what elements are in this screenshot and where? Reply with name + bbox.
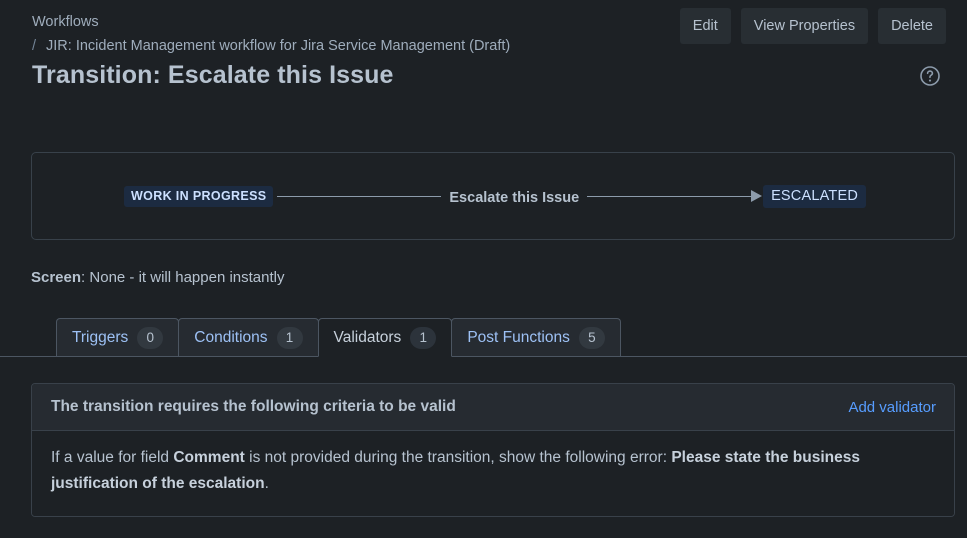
breadcrumb-current-row: / JIR: Incident Management workflow for …: [32, 35, 510, 58]
tab-triggers[interactable]: Triggers 0: [56, 318, 180, 356]
tab-post-functions-label: Post Functions: [467, 328, 570, 346]
edit-button[interactable]: Edit: [679, 8, 731, 44]
tab-validators-label: Validators: [333, 328, 402, 346]
tab-conditions[interactable]: Conditions 1: [178, 318, 319, 356]
tab-conditions-label: Conditions: [194, 328, 268, 346]
tab-post-functions-count: 5: [578, 326, 605, 349]
page-header: Workflows / JIR: Incident Management wor…: [0, 0, 967, 108]
status-lozenge-to[interactable]: ESCALATED: [763, 184, 867, 208]
help-circle-icon[interactable]: [918, 64, 942, 88]
transition-diagram-flow: WORK IN PROGRESS Escalate this Issue ESC…: [124, 153, 867, 239]
breadcrumb-separator: /: [32, 38, 37, 54]
validator-text-part1: If a value for field: [51, 449, 174, 466]
validators-panel: The transition requires the following cr…: [31, 383, 955, 517]
tab-triggers-label: Triggers: [72, 328, 129, 346]
transition-edge-left: [277, 195, 442, 197]
screen-label: Screen: [31, 269, 82, 286]
add-validator-link[interactable]: Add validator: [848, 399, 936, 416]
transition-edge-right: [587, 195, 752, 197]
header-actions: Edit View Properties Delete: [679, 8, 946, 44]
validator-item: If a value for field Comment is not prov…: [51, 445, 935, 497]
view-properties-button[interactable]: View Properties: [740, 8, 869, 44]
status-lozenge-from[interactable]: WORK IN PROGRESS: [124, 185, 274, 207]
tab-post-functions[interactable]: Post Functions 5: [451, 318, 621, 356]
screen-value: None - it will happen instantly: [89, 269, 285, 286]
validator-text-part2: is not provided during the transition, s…: [244, 449, 672, 466]
tab-validators-count: 1: [410, 326, 437, 349]
breadcrumb-root-label: Workflows: [32, 14, 99, 30]
transition-tabs: Triggers 0 Conditions 1 Validators 1 Pos…: [0, 318, 967, 357]
arrow-right-icon: [751, 190, 763, 202]
breadcrumb-item-workflows[interactable]: Workflows: [32, 11, 510, 34]
workflow-transition-page: Workflows / JIR: Incident Management wor…: [0, 0, 967, 538]
validators-panel-title: The transition requires the following cr…: [51, 398, 456, 415]
validator-list: If a value for field Comment is not prov…: [32, 431, 954, 516]
validator-field-name: Comment: [173, 449, 245, 466]
breadcrumb-item-workflow-name[interactable]: JIR: Incident Management workflow for Ji…: [46, 35, 510, 58]
validators-panel-header: The transition requires the following cr…: [32, 384, 954, 431]
tab-validators[interactable]: Validators 1: [317, 318, 453, 357]
validator-text-part3: .: [264, 475, 269, 492]
tab-triggers-count: 0: [137, 326, 164, 349]
delete-button[interactable]: Delete: [878, 8, 946, 44]
transition-name-label: Escalate this Issue: [449, 190, 580, 206]
breadcrumb: Workflows / JIR: Incident Management wor…: [32, 11, 510, 58]
screen-info: Screen: None - it will happen instantly: [31, 269, 285, 286]
tab-conditions-count: 1: [276, 326, 303, 349]
page-title: Transition: Escalate this Issue: [32, 61, 394, 89]
transition-diagram: WORK IN PROGRESS Escalate this Issue ESC…: [31, 152, 955, 240]
